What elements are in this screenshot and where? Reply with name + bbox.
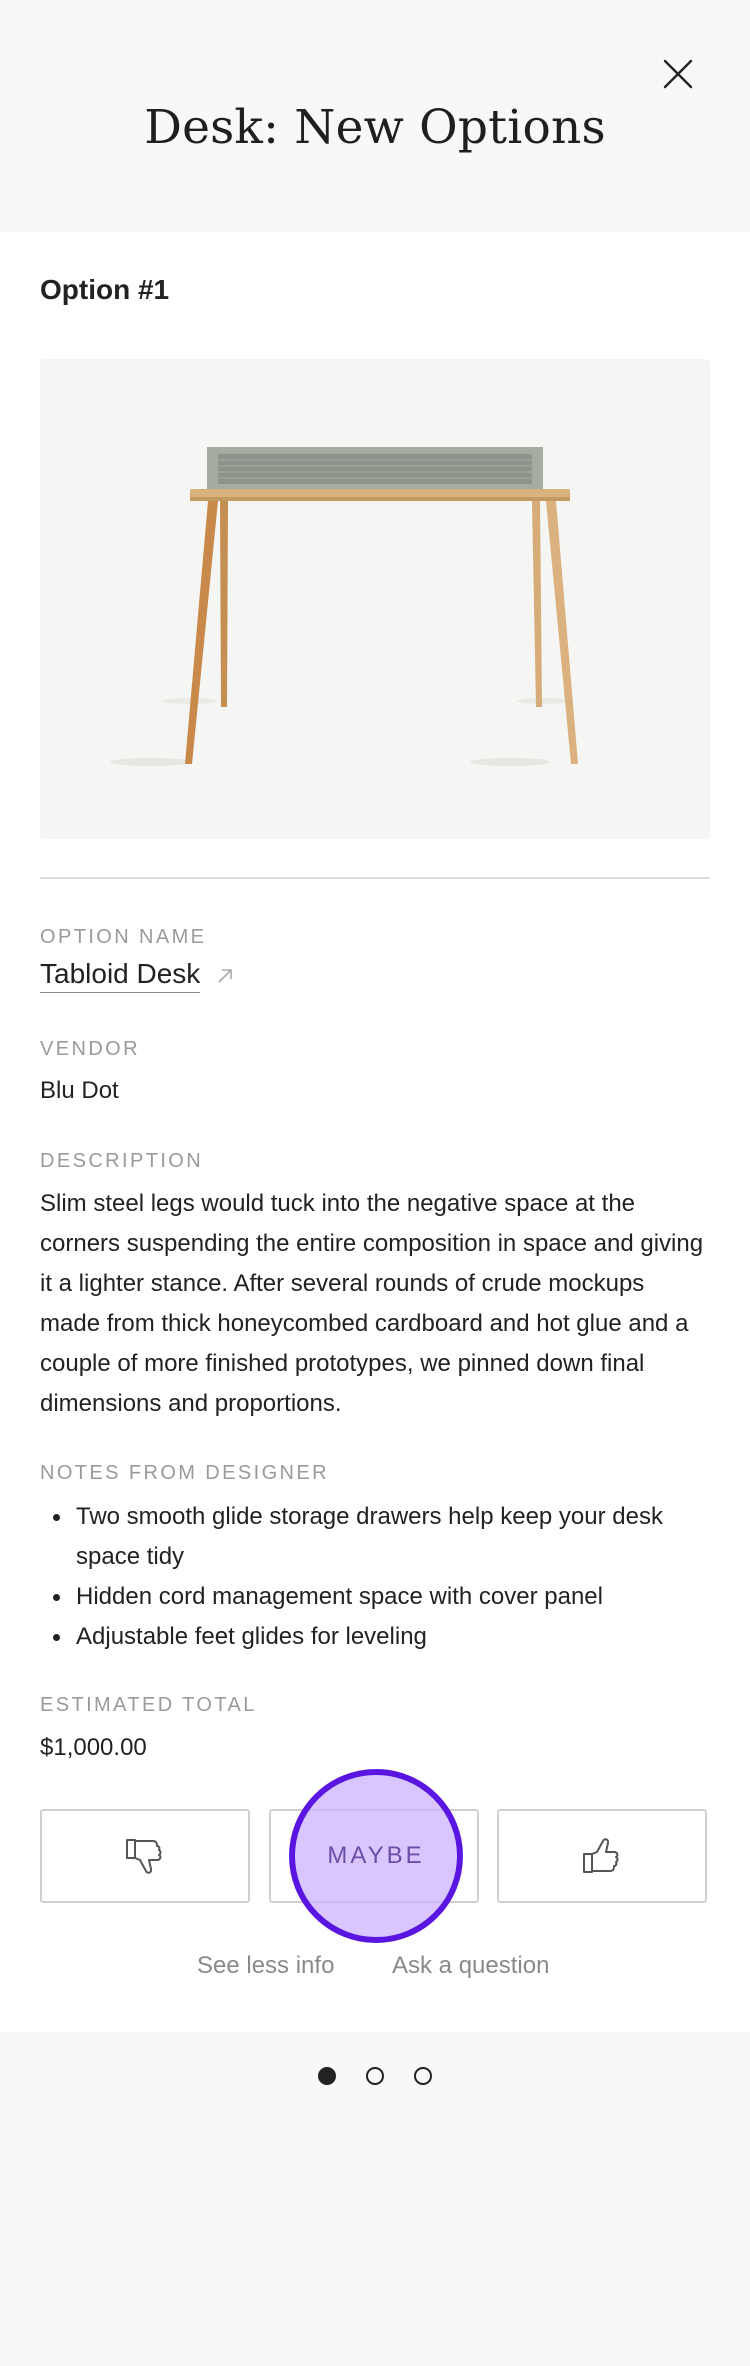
close-icon — [663, 59, 693, 89]
divider — [40, 877, 710, 879]
description-text: Slim steel legs would tuck into the nega… — [40, 1190, 704, 1417]
page-dot-2[interactable] — [366, 2067, 384, 2085]
thumbs-down-icon — [126, 1839, 162, 1874]
total-label: ESTIMATED TOTAL — [40, 1694, 257, 1716]
maybe-label[interactable]: MAYBE — [327, 1842, 424, 1870]
option-card: Option #1 OPTION NAME Tabloid Desk VENDO… — [0, 232, 750, 2032]
maybe-highlight[interactable]: MAYBE — [289, 1769, 463, 1943]
list-item: Two smooth glide storage drawers help ke… — [40, 1497, 710, 1577]
desk-photo — [40, 359, 710, 839]
see-less-link[interactable]: See less info — [197, 1952, 334, 1980]
dislike-button[interactable] — [40, 1809, 250, 1903]
total-value: $1,000.00 — [40, 1734, 147, 1761]
page-title: Desk: New Options — [144, 100, 606, 155]
close-button[interactable] — [654, 50, 702, 98]
external-link-icon — [218, 968, 233, 983]
thumbs-up-icon — [583, 1838, 619, 1873]
vendor-value: Blu Dot — [40, 1077, 119, 1104]
option-name-link[interactable]: Tabloid Desk — [40, 958, 234, 993]
option-heading: Option #1 — [40, 274, 170, 305]
ask-question-link[interactable]: Ask a question — [392, 1952, 549, 1980]
modal-header: Desk: New Options — [0, 0, 750, 232]
description-label: DESCRIPTION — [40, 1150, 204, 1172]
page-dot-3[interactable] — [414, 2067, 432, 2085]
designer-notes-list: Two smooth glide storage drawers help ke… — [40, 1497, 710, 1657]
option-name-label: OPTION NAME — [40, 926, 207, 948]
vendor-label: VENDOR — [40, 1038, 140, 1060]
list-item: Adjustable feet glides for leveling — [40, 1617, 710, 1657]
desk-illustration — [110, 447, 578, 766]
pagination — [0, 2067, 750, 2085]
list-item: Hidden cord management space with cover … — [40, 1577, 710, 1617]
like-button[interactable] — [497, 1809, 707, 1903]
notes-label: NOTES FROM DESIGNER — [40, 1462, 329, 1484]
page-dot-1[interactable] — [318, 2067, 336, 2085]
option-name[interactable]: Tabloid Desk — [40, 958, 201, 993]
